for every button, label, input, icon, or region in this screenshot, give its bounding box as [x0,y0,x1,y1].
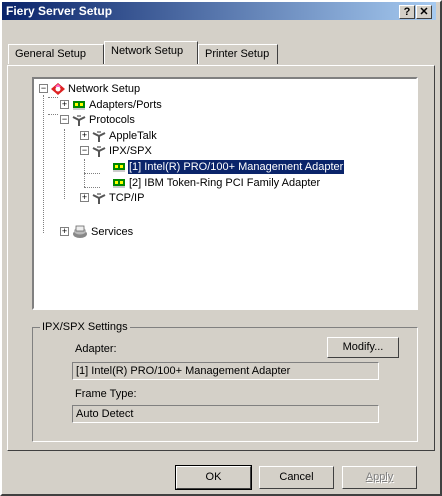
tree-node-ipx-spx[interactable]: IPX/SPX [109,144,152,158]
help-button[interactable]: ? [399,5,415,19]
adapter-label: Adapter: [75,343,117,355]
tab-printer-setup[interactable]: Printer Setup [198,44,278,64]
services-icon [73,225,87,238]
tab-general-setup[interactable]: General Setup [8,44,104,64]
tree-line [84,173,100,174]
cancel-button[interactable]: Cancel [259,466,334,489]
network-setup-icon [51,83,65,95]
tree-node-ipx-adapter-1[interactable]: [1] Intel(R) PRO/100+ Management Adapter [126,159,346,175]
tree-node-adapters-ports[interactable]: Adapters/Ports [89,98,162,112]
protocol-icon [72,115,86,126]
tree-line [64,129,65,199]
expander-services[interactable]: + [60,227,69,236]
tree-line [43,95,44,233]
tree-node-appletalk[interactable]: AppleTalk [109,129,157,143]
expander-adapters-ports[interactable]: + [60,100,69,109]
expander-appletalk[interactable]: + [80,131,89,140]
network-tree-view[interactable]: − Network Setup + Adapters/Ports − Proto… [32,77,418,310]
network-card-icon [113,179,125,188]
expander-ipx-spx[interactable]: − [80,146,89,155]
protocol-icon [92,146,106,157]
network-card-icon [73,101,85,110]
tree-line [48,97,58,98]
tree-node-network-setup[interactable]: Network Setup [68,82,140,96]
protocol-icon [92,131,106,142]
tree-line [84,187,100,188]
window-title: Fiery Server Setup [6,4,113,18]
title-bar[interactable]: Fiery Server Setup ? ✕ [2,2,436,20]
tree-node-ipx-adapter-2[interactable]: [2] IBM Token-Ring PCI Family Adapter [129,176,320,190]
frame-type-label: Frame Type: [75,388,137,400]
modify-button[interactable]: Modify... [327,337,399,358]
frame-type-field: Auto Detect [72,405,379,423]
protocol-icon [92,193,106,204]
tab-network-setup[interactable]: Network Setup [104,41,198,64]
close-button[interactable]: ✕ [416,5,432,19]
tree-node-protocols[interactable]: Protocols [89,113,135,127]
expander-network-setup[interactable]: − [39,84,48,93]
network-card-icon [113,163,125,172]
adapter-field: [1] Intel(R) PRO/100+ Management Adapter [72,362,379,380]
expander-protocols[interactable]: − [60,115,69,124]
tree-node-tcp-ip[interactable]: TCP/IP [109,191,144,205]
ipx-spx-settings-legend: IPX/SPX Settings [40,321,130,333]
apply-button[interactable]: Apply [342,466,417,489]
ok-button[interactable]: OK [175,465,252,490]
tree-line [48,114,58,115]
expander-tcp-ip[interactable]: + [80,193,89,202]
tree-node-services[interactable]: Services [91,225,133,239]
